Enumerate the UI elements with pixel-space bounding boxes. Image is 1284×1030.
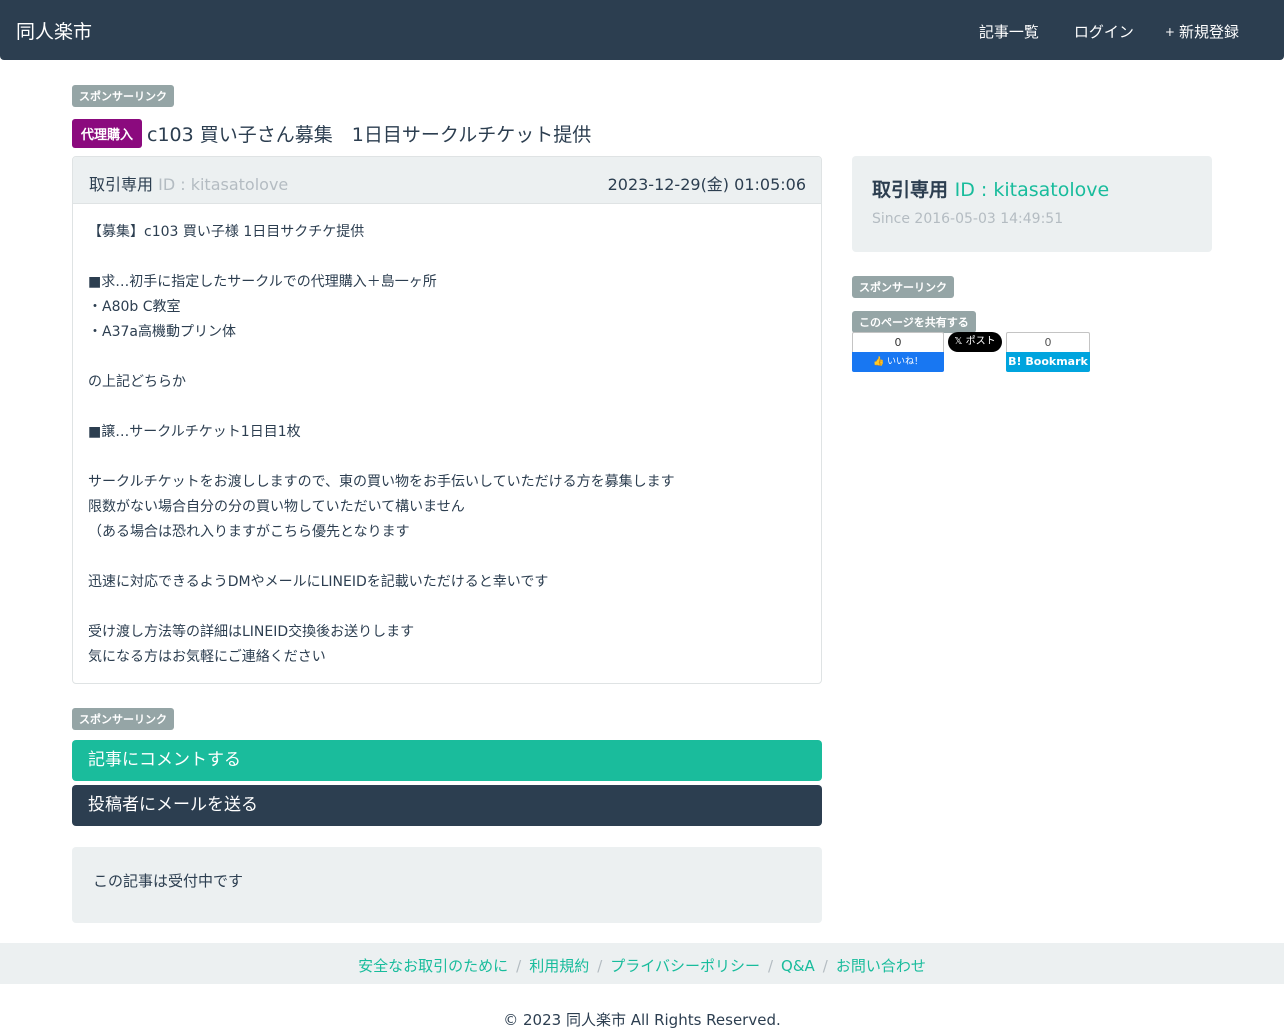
footer-links: 安全なお取引のために / 利用規約 / プライバシーポリシー / Q&A / お問い合わせ [0, 955, 1284, 976]
footer-link-contact[interactable]: お問い合わせ [836, 957, 926, 975]
nav-register[interactable]: + 新規登録 [1165, 21, 1239, 42]
nav-links: 記事一覧 ログイン + 新規登録 [944, 21, 1239, 42]
profile-id: ID : kitasatolove [954, 179, 1110, 201]
footer-link-safety[interactable]: 安全なお取引のために [358, 957, 508, 975]
navbar: 同人楽市 記事一覧 ログイン + 新規登録 [0, 0, 1284, 60]
footer-separator: / [516, 957, 522, 975]
x-post-button[interactable]: 𝕏 ポスト [948, 332, 1002, 352]
post-body-line [88, 345, 806, 370]
footer-link-terms[interactable]: 利用規約 [529, 957, 589, 975]
post-body-line: の上記どちらか [88, 374, 186, 390]
author-id: ID : kitasatolove [158, 175, 289, 194]
comment-button[interactable]: 記事にコメントする [72, 740, 822, 781]
footer-link-privacy[interactable]: プライバシーポリシー [610, 957, 760, 975]
thumbs-up-icon: 👍 [872, 357, 885, 367]
hatena-count: 0 [1006, 332, 1090, 352]
sponsor-label-top: スポンサーリンク [72, 85, 174, 107]
profile-since: Since 2016-05-03 14:49:51 [872, 211, 1063, 227]
post-title-row: 代理購入 c103 買い子さん募集 1日目サークルチケット提供 [72, 119, 591, 148]
post-body-line: ■譲…サークルチケット1日目1枚 [88, 424, 301, 440]
post-body-line: 迅速に対応できるようDMやメールにLINEIDを記載いただけると幸いです [88, 574, 549, 590]
facebook-like-label: いいね！ [887, 357, 924, 367]
hatena-bookmark-widget[interactable]: 0 B! Bookmark [1006, 332, 1090, 372]
post-body-line: 気になる方はお気軽にご連絡ください [88, 649, 326, 665]
sponsor-label-sidebar: スポンサーリンク [852, 276, 954, 298]
nav-article-list-label: 記事一覧 [978, 23, 1039, 41]
facebook-like-button[interactable]: 👍 いいね！ [852, 352, 944, 372]
footer-separator: / [597, 957, 603, 975]
post-body-line: 限数がない場合自分の分の買い物していただいて構いません [88, 499, 465, 515]
post-body-line: 受け渡し方法等の詳細はLINEID交換後お送りします [88, 624, 415, 640]
nav-register-label: 新規登録 [1178, 23, 1239, 41]
post-body-line [88, 445, 806, 470]
post-title: c103 買い子さん募集 1日目サークルチケット提供 [147, 124, 592, 146]
facebook-like-count: 0 [852, 332, 944, 352]
post-card-header: 取引専用 ID : kitasatolove 2023-12-29(金) 01:… [73, 157, 821, 204]
x-post-label: ポスト [965, 336, 996, 347]
nav-article-list[interactable]: 記事一覧 [975, 21, 1039, 42]
facebook-like-widget[interactable]: 0 👍 いいね！ [852, 332, 944, 372]
footer-links-bar: 安全なお取引のために / 利用規約 / プライバシーポリシー / Q&A / お問い合わせ [0, 943, 1284, 984]
footer-separator: / [767, 957, 774, 975]
post-body-line: （ある場合は恐れ入りますがこちら優先となります [88, 524, 410, 540]
author-type: 取引専用 [89, 175, 154, 194]
footer-link-qa[interactable]: Q&A [781, 957, 815, 975]
copyright: © 2023 同人楽市 All Rights Reserved. [503, 1011, 781, 1029]
post-author[interactable]: 取引専用 ID : kitasatolove [89, 171, 288, 195]
post-body-line [88, 595, 806, 620]
nav-login-label: ログイン [1073, 23, 1134, 41]
post-body-line: サークルチケットをお渡ししますので、東の買い物をお手伝いしていただける方を募集し… [88, 474, 675, 490]
post-date-value: 2023-12-29(金) 01:05:06 [607, 175, 806, 194]
nav-login[interactable]: ログイン [1070, 21, 1134, 42]
post-body-line: ・A80b C教室 [88, 299, 181, 315]
status-text: この記事は受付中です [93, 872, 244, 890]
post-body-line: 【募集】c103 買い子様 1日目サクチケ提供 [88, 224, 365, 240]
site-brand[interactable]: 同人楽市 [16, 17, 92, 44]
profile-type: 取引専用 [872, 179, 949, 201]
post-body-line [88, 245, 806, 270]
post-body-line: ・A37a高機動プリン体 [88, 324, 236, 340]
post-body-line [88, 395, 806, 420]
share-label: このページを共有する [852, 311, 976, 333]
sponsor-label-bottom: スポンサーリンク [72, 708, 174, 730]
status-box: この記事は受付中です [72, 847, 822, 923]
footer-separator: / [822, 957, 828, 975]
category-badge[interactable]: 代理購入 [72, 119, 143, 148]
mail-author-button[interactable]: 投稿者にメールを送る [72, 785, 822, 826]
hatena-bookmark-button[interactable]: B! Bookmark [1006, 352, 1090, 372]
post-body-line: ■求…初手に指定したサークルでの代理購入＋島一ヶ所 [88, 274, 437, 290]
x-logo-icon: 𝕏 [954, 336, 963, 347]
post-card: 取引専用 ID : kitasatolove 2023-12-29(金) 01:… [72, 156, 822, 684]
profile-card: 取引専用 ID : kitasatolove Since 2016-05-03 … [852, 156, 1212, 252]
post-date: 2023-12-29(金) 01:05:06 [608, 171, 806, 195]
plus-icon: + [1164, 24, 1175, 39]
post-body-line [88, 545, 806, 570]
profile-name[interactable]: 取引専用 ID : kitasatolove [872, 175, 1109, 202]
post-body: 【募集】c103 買い子様 1日目サクチケ提供 ■求…初手に指定したサークルでの代… [73, 204, 821, 683]
profile-since-value: Since 2016-05-03 14:49:51 [872, 211, 1064, 227]
